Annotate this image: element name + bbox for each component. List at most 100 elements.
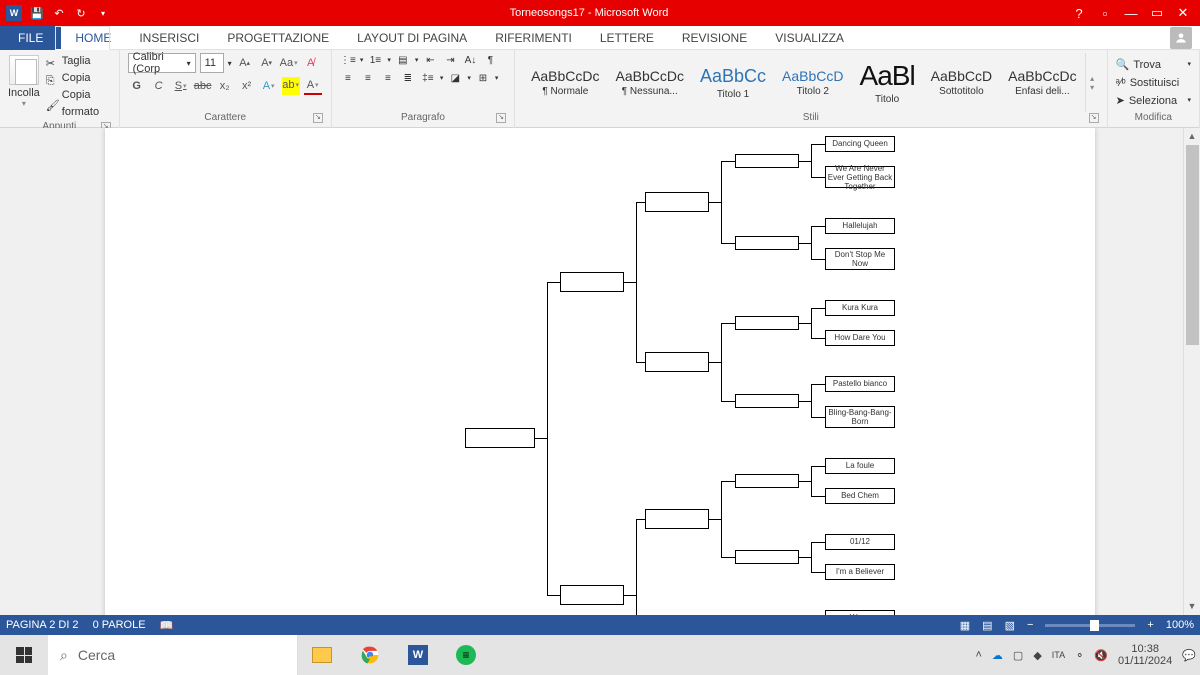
tab-references[interactable]: RIFERIMENTI (481, 26, 586, 50)
decrease-indent-button[interactable]: ⇤ (422, 53, 438, 67)
line-spacing-button[interactable]: ‡≡ (420, 71, 436, 85)
paste-icon (9, 55, 39, 85)
tab-review[interactable]: REVISIONE (668, 26, 761, 50)
style-2[interactable]: AaBbCcTitolo 1 (692, 62, 774, 104)
volume-icon[interactable]: 🔇 (1094, 649, 1108, 662)
dialog-launcher-icon[interactable]: ↘ (1089, 113, 1099, 123)
superscript-button[interactable]: x² (238, 77, 256, 95)
help-icon[interactable]: ? (1072, 6, 1086, 20)
scroll-up-icon[interactable]: ▲ (1184, 128, 1200, 145)
align-left-button[interactable]: ≡ (340, 71, 356, 85)
format-painter-button[interactable]: 🖌Copia formato (46, 87, 111, 121)
scroll-down-icon[interactable]: ▼ (1184, 598, 1200, 615)
increase-indent-button[interactable]: ⇥ (442, 53, 458, 67)
web-layout-icon[interactable]: ▧ (1005, 619, 1015, 632)
style-3[interactable]: AaBbCcDTitolo 2 (774, 64, 851, 101)
redo-icon[interactable]: ↻ (74, 6, 88, 20)
replace-button[interactable]: ᵃ⁄ᵇSostituisci (1116, 74, 1191, 92)
tray-app-icon[interactable]: ◆ (1033, 649, 1041, 662)
underline-button[interactable]: S (172, 77, 190, 95)
page-indicator[interactable]: PAGINA 2 DI 2 (6, 619, 79, 631)
styles-more-button[interactable]: ▴▾ (1085, 53, 1099, 112)
ribbon-options-icon[interactable]: ▫ (1098, 6, 1112, 20)
proofing-icon[interactable]: 📖 (160, 619, 174, 632)
language-indicator[interactable]: ITA (1052, 650, 1065, 660)
document-area[interactable]: Dancing QueenWe Are Never Ever Getting B… (0, 128, 1183, 615)
spotify-icon[interactable]: ≡ (442, 635, 490, 675)
select-button[interactable]: ➤Seleziona▾ (1116, 92, 1191, 110)
read-mode-icon[interactable]: ▦ (960, 619, 970, 632)
clock[interactable]: 10:38 01/11/2024 (1118, 643, 1172, 667)
meet-now-icon[interactable]: ▢ (1013, 649, 1023, 662)
font-size-input[interactable]: 11 (200, 53, 224, 73)
vertical-scrollbar[interactable]: ▲ ▼ (1183, 128, 1200, 615)
chrome-icon[interactable] (346, 635, 394, 675)
bracket-slot (645, 352, 709, 372)
start-button[interactable] (0, 635, 48, 675)
word-taskbar-icon[interactable]: W (394, 635, 442, 675)
account-avatar[interactable] (1170, 27, 1192, 49)
minimize-icon[interactable]: — (1124, 6, 1138, 20)
group-label-editing: Modifica (1116, 112, 1191, 125)
bold-button[interactable]: G (128, 77, 146, 95)
subscript-button[interactable]: x₂ (216, 77, 234, 95)
cut-button[interactable]: ✂Taglia (46, 53, 111, 70)
zoom-slider[interactable] (1045, 624, 1135, 627)
multilevel-button[interactable]: ▤ (395, 53, 411, 67)
tab-insert[interactable]: INSERISCI (125, 26, 213, 50)
style-6[interactable]: AaBbCcDcEnfasi deli... (1000, 64, 1084, 101)
font-color-button[interactable]: A (304, 77, 322, 95)
zoom-out-button[interactable]: − (1027, 619, 1033, 631)
shading-button[interactable]: ◪ (447, 71, 463, 85)
word-count[interactable]: 0 PAROLE (93, 619, 146, 631)
tab-mailings[interactable]: LETTERE (586, 26, 668, 50)
bracket-slot (735, 236, 799, 250)
grow-font-button[interactable]: A▴ (236, 54, 254, 72)
font-name-input[interactable]: Calibri (Corp▾ (128, 53, 196, 73)
undo-icon[interactable]: ↶ (52, 6, 66, 20)
italic-button[interactable]: C (150, 77, 168, 95)
strikethrough-button[interactable]: abc (194, 77, 212, 95)
style-1[interactable]: AaBbCcDc¶ Nessuna... (608, 64, 692, 101)
page: Dancing QueenWe Are Never Ever Getting B… (105, 128, 1095, 615)
file-explorer-icon[interactable] (298, 635, 346, 675)
maximize-icon[interactable]: ▭ (1150, 6, 1164, 20)
align-right-button[interactable]: ≡ (380, 71, 396, 85)
print-layout-icon[interactable]: ▤ (982, 619, 992, 632)
clear-formatting-button[interactable]: A̸ (302, 54, 320, 72)
zoom-in-button[interactable]: + (1147, 619, 1153, 631)
sort-button[interactable]: A↓ (462, 53, 478, 67)
highlight-button[interactable]: ab (282, 77, 300, 95)
onedrive-icon[interactable]: ☁ (992, 649, 1003, 662)
qat-dropdown-icon[interactable]: ▾ (96, 6, 110, 20)
align-center-button[interactable]: ≡ (360, 71, 376, 85)
tab-file[interactable]: FILE (0, 26, 61, 50)
show-marks-button[interactable]: ¶ (482, 53, 498, 67)
numbering-button[interactable]: 1≡ (367, 53, 383, 67)
copy-button[interactable]: ⎘Copia (46, 70, 111, 87)
style-4[interactable]: AaBlTitolo (852, 56, 923, 109)
paste-button[interactable]: Incolla ▾ (8, 53, 40, 121)
justify-button[interactable]: ≣ (400, 71, 416, 85)
style-5[interactable]: AaBbCcDSottotitolo (923, 64, 1000, 101)
bracket-entry: Kura Kura (825, 300, 895, 316)
style-0[interactable]: AaBbCcDc¶ Normale (523, 64, 607, 101)
tab-view[interactable]: VISUALIZZA (761, 26, 858, 50)
close-icon[interactable]: ✕ (1176, 6, 1190, 20)
tab-layout[interactable]: LAYOUT DI PAGINA (343, 26, 481, 50)
bullets-button[interactable]: ⋮≡ (340, 53, 356, 67)
zoom-level[interactable]: 100% (1166, 619, 1194, 631)
save-icon[interactable]: 💾 (30, 6, 44, 20)
dialog-launcher-icon[interactable]: ↘ (313, 113, 323, 123)
shrink-font-button[interactable]: A▾ (258, 54, 276, 72)
taskbar-search[interactable]: ⌕ Cerca (48, 635, 298, 675)
text-effects-button[interactable]: A (260, 77, 278, 95)
tab-design[interactable]: PROGETTAZIONE (213, 26, 343, 50)
change-case-button[interactable]: Aa (280, 54, 298, 72)
borders-button[interactable]: ⊞ (475, 71, 491, 85)
tray-chevron-icon[interactable]: ˄ (975, 649, 981, 661)
notifications-icon[interactable]: 💬 (1182, 649, 1196, 662)
wifi-icon[interactable]: ⚬ (1075, 649, 1084, 662)
dialog-launcher-icon[interactable]: ↘ (496, 113, 506, 123)
find-button[interactable]: 🔍Trova▾ (1116, 56, 1191, 74)
